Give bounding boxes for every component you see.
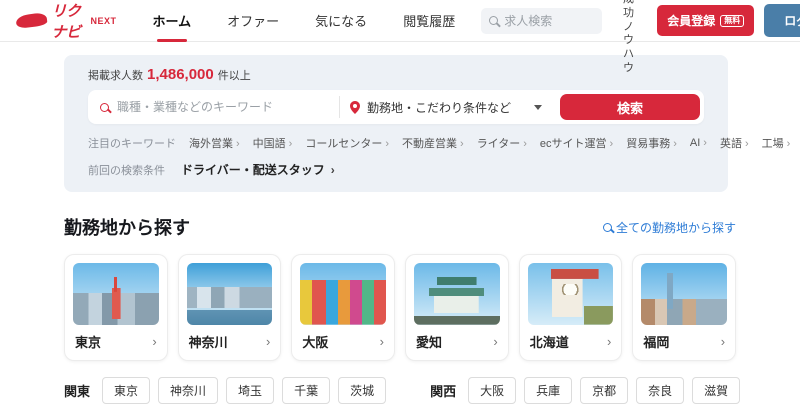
area-links-row-1: 関東 東京 神奈川 埼玉 千葉 茨城 関西 大阪 兵庫 京都 奈良 滋賀	[64, 377, 736, 404]
keyword-link[interactable]: 海外営業	[189, 135, 240, 151]
location-placeholder: 勤務地・こだわり条件など	[367, 99, 527, 116]
region-card-fukuoka[interactable]: 福岡 ›	[632, 254, 736, 361]
pref-chip[interactable]: 神奈川	[158, 377, 218, 404]
area-group-label: 関西	[430, 381, 456, 400]
pref-chip[interactable]: 東京	[102, 377, 150, 404]
pref-chip[interactable]: 京都	[580, 377, 628, 404]
keyword-link[interactable]: ライター	[477, 135, 527, 151]
header-job-search-box[interactable]	[481, 8, 602, 34]
last-search-row: 前回の検索条件 ドライバー・配送スタッフ	[88, 161, 704, 178]
region-card-aichi[interactable]: 愛知 ›	[405, 254, 509, 361]
chevron-right-icon: ›	[266, 334, 270, 349]
rikunabi-logo[interactable]: リクナビ NEXT	[16, 0, 117, 42]
last-search-label: 前回の検索条件	[88, 162, 165, 178]
region-card-label: 愛知	[416, 332, 442, 351]
free-badge: 無料	[720, 15, 744, 27]
region-card-label: 東京	[75, 332, 101, 351]
keyword-link[interactable]: 貿易事務	[626, 135, 677, 151]
keyword-link[interactable]: 不動産営業	[402, 135, 464, 151]
aichi-photo	[414, 263, 500, 325]
area-group-kanto: 関東 東京 神奈川 埼玉 千葉 茨城	[64, 377, 386, 404]
job-count-value: 1,486,000	[147, 66, 214, 83]
area-group-label: 関東	[64, 381, 90, 400]
chevron-right-icon: ›	[607, 334, 611, 349]
job-count-suffix: 件以上	[218, 67, 251, 83]
pref-chip[interactable]: 埼玉	[226, 377, 274, 404]
page-title: 勤務地から探す	[64, 214, 190, 240]
keyword-input[interactable]	[117, 100, 327, 114]
tokyo-photo	[73, 263, 159, 325]
hero-search-panel: 掲載求人数 1,486,000 件以上 勤務地・こだわり条件など 検索 注目のキ…	[64, 55, 728, 192]
career-knowhow-link[interactable]: 転職成功ノウハウ	[616, 0, 643, 76]
nav-tab-home[interactable]: ホーム	[135, 0, 210, 42]
search-bar: 勤務地・こだわり条件など 検索	[88, 90, 704, 124]
nav-tab-bookmarks[interactable]: 気になる	[297, 0, 385, 42]
keyword-link[interactable]: AI	[690, 137, 707, 149]
nav-tab-offer[interactable]: オファー	[209, 0, 297, 42]
osaka-photo	[300, 263, 386, 325]
search-icon	[100, 103, 109, 112]
pref-chip[interactable]: 大阪	[468, 377, 516, 404]
job-count: 掲載求人数 1,486,000 件以上	[88, 66, 704, 83]
logo-text: リクナビ	[51, 0, 86, 42]
map-pin-icon	[350, 101, 360, 114]
login-button[interactable]: ログイン	[764, 4, 800, 37]
header-search-input[interactable]	[504, 14, 594, 28]
job-count-label: 掲載求人数	[88, 67, 143, 83]
region-card-kanagawa[interactable]: 神奈川 ›	[178, 254, 282, 361]
hokkaido-photo	[528, 263, 614, 325]
search-icon	[603, 223, 612, 232]
featured-keywords-row: 注目のキーワード 海外営業 中国語 コールセンター 不動産営業 ライター ecサ…	[88, 135, 704, 151]
keyword-segment[interactable]	[88, 100, 339, 114]
signup-label: 会員登録	[667, 12, 715, 29]
chevron-right-icon: ›	[152, 334, 156, 349]
main-nav: ホーム オファー 気になる 閲覧履歴	[135, 0, 474, 42]
all-locations-link[interactable]: 全ての勤務地から探す	[603, 219, 736, 236]
keyword-link[interactable]: 中国語	[253, 135, 293, 151]
region-card-label: 北海道	[530, 332, 569, 351]
chevron-right-icon: ›	[721, 334, 725, 349]
location-dropdown[interactable]: 勤務地・こだわり条件など	[340, 99, 552, 116]
logo-swoosh-icon	[15, 12, 48, 29]
region-cards: 東京 › 神奈川 › 大阪 › 愛知 › 北海道 › 福岡	[64, 254, 736, 361]
keyword-link[interactable]: 英語	[720, 135, 749, 151]
location-section-header: 勤務地から探す 全ての勤務地から探す	[64, 214, 736, 240]
region-card-hokkaido[interactable]: 北海道 ›	[519, 254, 623, 361]
pref-chip[interactable]: 滋賀	[692, 377, 740, 404]
region-card-label: 大阪	[302, 332, 328, 351]
pref-chip[interactable]: 茨城	[338, 377, 386, 404]
region-card-osaka[interactable]: 大阪 ›	[291, 254, 395, 361]
keyword-link[interactable]: コールセンター	[305, 135, 389, 151]
fukuoka-photo	[641, 263, 727, 325]
featured-keywords-label: 注目のキーワード	[88, 135, 176, 151]
chevron-right-icon: ›	[380, 334, 384, 349]
kanagawa-photo	[187, 263, 273, 325]
career-knowhow-label: 転職成功ノウハウ	[623, 0, 643, 76]
area-group-kansai: 関西 大阪 兵庫 京都 奈良 滋賀	[430, 377, 740, 404]
keyword-link[interactable]: ecサイト運営	[540, 135, 613, 151]
pref-chip[interactable]: 奈良	[636, 377, 684, 404]
keyword-link[interactable]: 工場	[762, 135, 791, 151]
logo-suffix: NEXT	[91, 16, 117, 26]
chevron-right-icon: ›	[493, 334, 497, 349]
last-search-link[interactable]: ドライバー・配送スタッフ	[181, 161, 335, 178]
region-card-label: 神奈川	[189, 332, 228, 351]
region-card-tokyo[interactable]: 東京 ›	[64, 254, 168, 361]
search-icon	[489, 16, 498, 25]
region-card-label: 福岡	[643, 332, 669, 351]
chevron-down-icon	[534, 105, 542, 110]
nav-tab-history[interactable]: 閲覧履歴	[385, 0, 473, 42]
pref-chip[interactable]: 千葉	[282, 377, 330, 404]
search-button[interactable]: 検索	[560, 94, 700, 120]
signup-button[interactable]: 会員登録 無料	[657, 5, 754, 36]
top-header: リクナビ NEXT ホーム オファー 気になる 閲覧履歴 転職成功ノウハウ 会員…	[0, 0, 800, 42]
pref-chip[interactable]: 兵庫	[524, 377, 572, 404]
all-locations-label: 全ての勤務地から探す	[616, 219, 736, 236]
